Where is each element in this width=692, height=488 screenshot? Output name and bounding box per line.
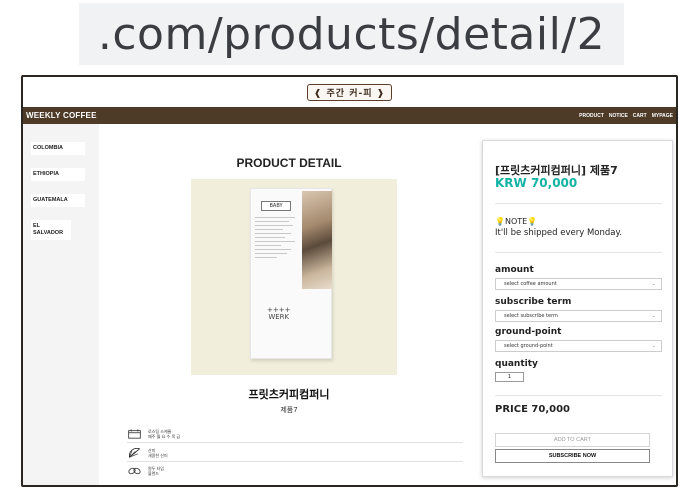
amount-label: amount: [495, 265, 534, 275]
note-text: NOTE: [504, 217, 528, 226]
amount-select-value: select coffee amount: [504, 281, 557, 287]
sidebar-item-guatemala[interactable]: GUATEMALA: [31, 194, 85, 207]
nav-notice[interactable]: NOTICE: [609, 113, 628, 119]
ground-point-label: ground-point: [495, 327, 562, 337]
amount-select[interactable]: select coffee amount ⌄: [495, 278, 662, 290]
nav-cart[interactable]: CART: [633, 113, 647, 119]
top-nav: WEEKLY COFFEE PRODUCT NOTICE CART MYPAGE: [23, 107, 676, 124]
bean-icon: [128, 467, 141, 475]
sidebar-item-el-salvador[interactable]: EL SALVADOR: [31, 220, 71, 240]
lightbulb-icon: 💡: [495, 217, 505, 226]
subscribe-term-select[interactable]: select subscribe term ⌄: [495, 310, 662, 322]
nav-menu: PRODUCT NOTICE CART MYPAGE: [579, 113, 673, 119]
page-title: PRODUCT DETAIL: [236, 156, 342, 170]
ground-select-value: select ground-point: [504, 343, 553, 349]
shipping-note: It'll be shipped every Monday.: [495, 228, 622, 238]
feature-value: 블렌드: [148, 471, 160, 476]
sidebar-item-ethiopia[interactable]: ETHIOPIA: [31, 168, 85, 181]
product-name: 프릿츠커피컴퍼니: [248, 388, 330, 401]
feature-divider: [127, 461, 463, 462]
ground-point-select[interactable]: select ground-point ⌄: [495, 340, 662, 352]
chevron-down-icon: ⌄: [651, 281, 656, 287]
feature-acidity: 산미 새콤한 산미: [127, 448, 463, 458]
quantity-label: quantity: [495, 359, 538, 369]
product-price: KRW 70,000: [495, 176, 578, 190]
bag-photo: [302, 191, 332, 289]
feature-divider: [127, 442, 463, 443]
add-to-cart-button[interactable]: ADD TO CART: [495, 433, 650, 447]
citrus-icon: [129, 448, 141, 458]
bag-fine-print: [255, 217, 299, 261]
address-bar-zoom: .com/products/detail/2: [79, 3, 624, 65]
term-select-value: select subscribe term: [504, 313, 558, 319]
panel-divider: [495, 203, 662, 204]
nav-mypage[interactable]: MYPAGE: [652, 113, 673, 119]
chevron-down-icon: ⌄: [651, 343, 656, 349]
panel-divider: [495, 252, 662, 253]
bag-label: BABY: [261, 201, 291, 211]
bag-brand-logo: ++++ WERK: [267, 307, 290, 321]
coffee-bag: BABY ++++ WERK: [250, 188, 332, 359]
lightbulb-icon: 💡: [527, 217, 538, 226]
feature-bean-type: 원두 타입 블렌드: [127, 466, 463, 476]
note-label: 💡NOTE💡: [495, 217, 537, 226]
feature-roasting-schedule: 로스팅 스케쥴 매주 월 요 수 목 금: [127, 429, 463, 439]
bag-brand-text: WERK: [268, 313, 290, 321]
quantity-input[interactable]: 1: [495, 372, 524, 382]
panel-divider: [495, 395, 662, 396]
url-text: .com/products/detail/2: [97, 8, 606, 60]
product-image: BABY ++++ WERK: [191, 179, 397, 375]
purchase-panel: [프릿츠커피컴퍼니] 제품7 KRW 70,000 💡NOTE💡 It'll b…: [482, 140, 673, 477]
feature-text: 로스팅 스케쥴 매주 월 요 수 목 금: [148, 429, 180, 439]
brand-name[interactable]: WEEKLY COFFEE: [26, 111, 97, 120]
feature-value: 새콤한 산미: [148, 453, 168, 458]
calendar-icon: [128, 429, 141, 439]
subscribe-term-label: subscribe term: [495, 297, 572, 307]
page-frame: ❰ 주간 커-피 ❱ WEEKLY COFFEE PRODUCT NOTICE …: [21, 75, 678, 487]
feature-value: 매주 월 요 수 목 금: [148, 434, 181, 439]
total-price: PRICE 70,000: [495, 404, 570, 415]
sidebar-item-colombia[interactable]: COLOMBIA: [31, 142, 85, 155]
logo-bar: ❰ 주간 커-피 ❱: [23, 77, 676, 107]
feature-text: 산미 새콤한 산미: [148, 448, 168, 458]
feature-text: 원두 타입 블렌드: [148, 466, 164, 476]
main-content: PRODUCT DETAIL BABY ++++ WERK 프릿츠커피컴퍼니 제…: [99, 124, 479, 485]
site-logo[interactable]: ❰ 주간 커-피 ❱: [306, 83, 393, 101]
subscribe-now-button[interactable]: SUBSCRIBE NOW: [495, 449, 650, 463]
nav-product[interactable]: PRODUCT: [579, 113, 604, 119]
sidebar: COLOMBIA ETHIOPIA GUATEMALA EL SALVADOR: [23, 124, 99, 485]
logo-text: 주간 커-피: [326, 88, 373, 99]
product-subtitle: 제품7: [280, 406, 298, 414]
chevron-down-icon: ⌄: [651, 313, 656, 319]
